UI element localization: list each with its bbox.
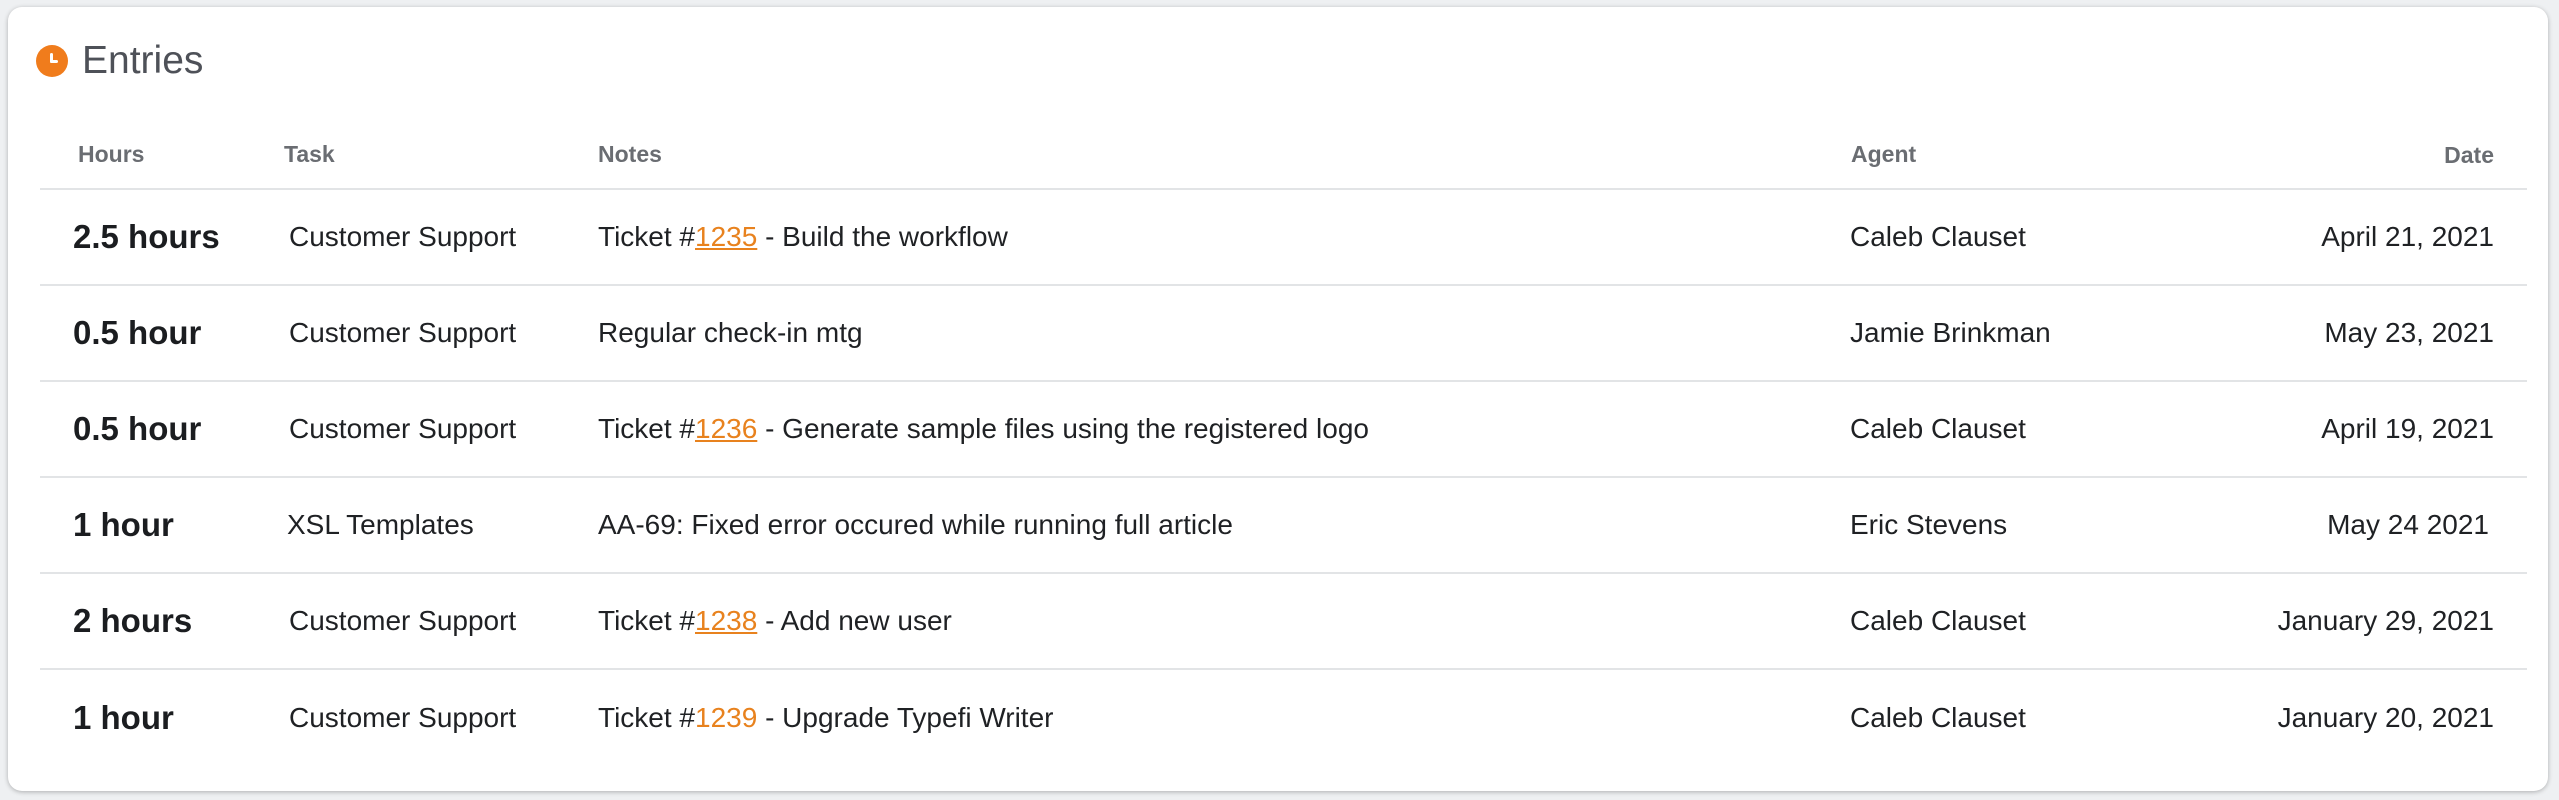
notes-cell: Ticket #1235 - Build the workflow [598, 221, 1008, 253]
column-header-date[interactable]: Date [2323, 142, 2494, 169]
notes-cell: Regular check-in mtg [598, 317, 863, 349]
agent-cell: Eric Stevens [1850, 509, 2008, 540]
entries-table: Hours Task Notes Agent Date 2.5 hours Cu… [40, 99, 2527, 766]
note-prefix: Ticket # [598, 702, 695, 733]
note-suffix: - Upgrade Typefi Writer [757, 702, 1054, 733]
table-row[interactable]: 2.5 hours Customer Support Ticket #1235 … [40, 190, 2527, 286]
page-title: Entries [82, 39, 204, 82]
column-header-task[interactable]: Task [284, 141, 335, 168]
entries-card: Entries Hours Task Notes Agent Date 2.5 … [8, 7, 2548, 791]
date-cell: May 23, 2021 [2324, 317, 2494, 348]
date-cell: January 20, 2021 [2277, 702, 2494, 733]
ticket-link[interactable]: 1236 [695, 413, 757, 444]
table-row[interactable]: 0.5 hour Customer Support Ticket #1236 -… [40, 382, 2527, 478]
note-prefix: Ticket # [598, 221, 695, 252]
note-suffix: - Add new user [757, 605, 952, 636]
agent-cell: Jamie Brinkman [1850, 317, 2051, 348]
date-cell: May 24 2021 [2327, 509, 2489, 540]
table-row[interactable]: 0.5 hour Customer Support Regular check-… [40, 286, 2527, 382]
note-suffix: - Generate sample files using the regist… [757, 413, 1369, 444]
task-cell: XSL Templates [287, 509, 474, 540]
table-row[interactable]: 2 hours Customer Support Ticket #1238 - … [40, 574, 2527, 670]
task-cell: Customer Support [289, 221, 517, 252]
ticket-link[interactable]: 1238 [695, 605, 757, 636]
hours-cell: 0.5 hour [73, 410, 202, 447]
date-cell: January 29, 2021 [2277, 605, 2494, 636]
clock-icon [36, 44, 68, 77]
table-row[interactable]: 1 hour Customer Support Ticket #1239 - U… [40, 670, 2527, 766]
notes-cell: AA-69: Fixed error occured while running… [598, 509, 1233, 541]
column-header-agent[interactable]: Agent [1851, 141, 1916, 168]
task-cell: Customer Support [289, 317, 517, 348]
note-prefix: Ticket # [598, 413, 695, 444]
date-cell: April 21, 2021 [2321, 221, 2494, 252]
agent-cell: Caleb Clauset [1850, 605, 2026, 636]
hours-cell: 1 hour [73, 506, 174, 543]
hours-cell: 1 hour [73, 699, 174, 736]
agent-cell: Caleb Clauset [1850, 702, 2026, 733]
hours-cell: 2.5 hours [73, 218, 220, 255]
note-prefix: Ticket # [598, 605, 695, 636]
note-prefix: AA-69: Fixed error occured while running… [598, 509, 1233, 540]
task-cell: Customer Support [289, 605, 517, 636]
notes-cell: Ticket #1239 - Upgrade Typefi Writer [598, 702, 1053, 734]
column-header-notes[interactable]: Notes [598, 141, 662, 168]
agent-cell: Caleb Clauset [1850, 221, 2026, 252]
entries-header: Entries [36, 41, 203, 80]
column-header-hours[interactable]: Hours [78, 141, 144, 168]
notes-cell: Ticket #1236 - Generate sample files usi… [598, 413, 1369, 445]
hours-cell: 0.5 hour [73, 314, 202, 351]
task-cell: Customer Support [289, 413, 517, 444]
table-header: Hours Task Notes Agent Date [40, 99, 2527, 190]
date-cell: April 19, 2021 [2321, 413, 2494, 444]
table-row[interactable]: 1 hour XSL Templates AA-69: Fixed error … [40, 478, 2527, 574]
hours-cell: 2 hours [73, 602, 193, 639]
ticket-link[interactable]: 1235 [695, 221, 757, 252]
notes-cell: Ticket #1238 - Add new user [598, 605, 952, 637]
note-prefix: Regular check-in mtg [598, 317, 863, 348]
agent-cell: Caleb Clauset [1850, 413, 2026, 444]
note-suffix: - Build the workflow [757, 221, 1008, 252]
ticket-link[interactable]: 1239 [695, 702, 757, 733]
task-cell: Customer Support [289, 702, 517, 733]
